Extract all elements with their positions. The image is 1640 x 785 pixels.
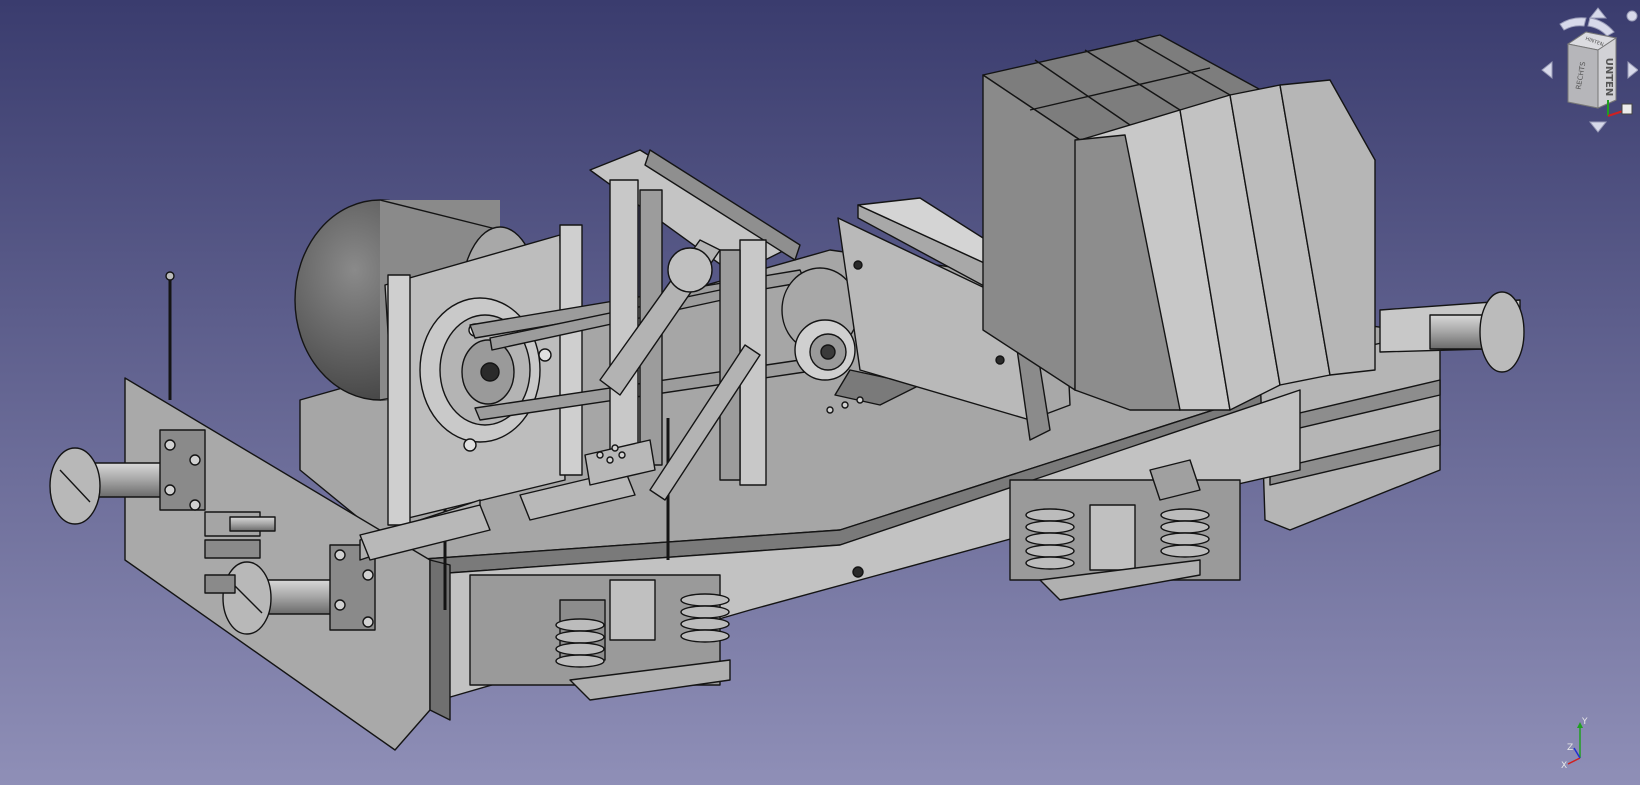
navigation-cube[interactable]: UNTEN RECHTS HINTEN	[1498, 4, 1638, 134]
z-axis-label: Z	[1567, 743, 1573, 753]
arrow-right-icon[interactable]	[1627, 60, 1638, 80]
x-axis-label: X	[1561, 761, 1567, 768]
skirt-hole	[852, 566, 864, 578]
z-axis-line	[1573, 747, 1581, 759]
arrow-left-icon[interactable]	[1541, 60, 1553, 80]
arrow-down-icon[interactable]	[1588, 121, 1608, 133]
arrow-up-icon[interactable]	[1588, 7, 1608, 19]
rotate-ccw-arrow-icon[interactable]	[1559, 17, 1587, 31]
y-axis-label: Y	[1581, 717, 1588, 727]
view-menu-icon[interactable]	[1626, 10, 1638, 22]
battery-block	[982, 34, 1376, 411]
3d-viewport[interactable]: UNTEN RECHTS HINTEN Y X Z	[0, 0, 1640, 785]
rear-bogie	[1009, 459, 1241, 601]
front-buffer-beam-side	[429, 559, 451, 721]
front-bogie	[469, 574, 731, 701]
x-axis-line	[1567, 757, 1581, 765]
axis-triad: Y X Z	[1561, 717, 1588, 768]
cube-front-label: UNTEN	[1603, 58, 1614, 97]
model-scene[interactable]	[0, 0, 1640, 785]
cube-body[interactable]: UNTEN RECHTS HINTEN	[1566, 31, 1618, 109]
